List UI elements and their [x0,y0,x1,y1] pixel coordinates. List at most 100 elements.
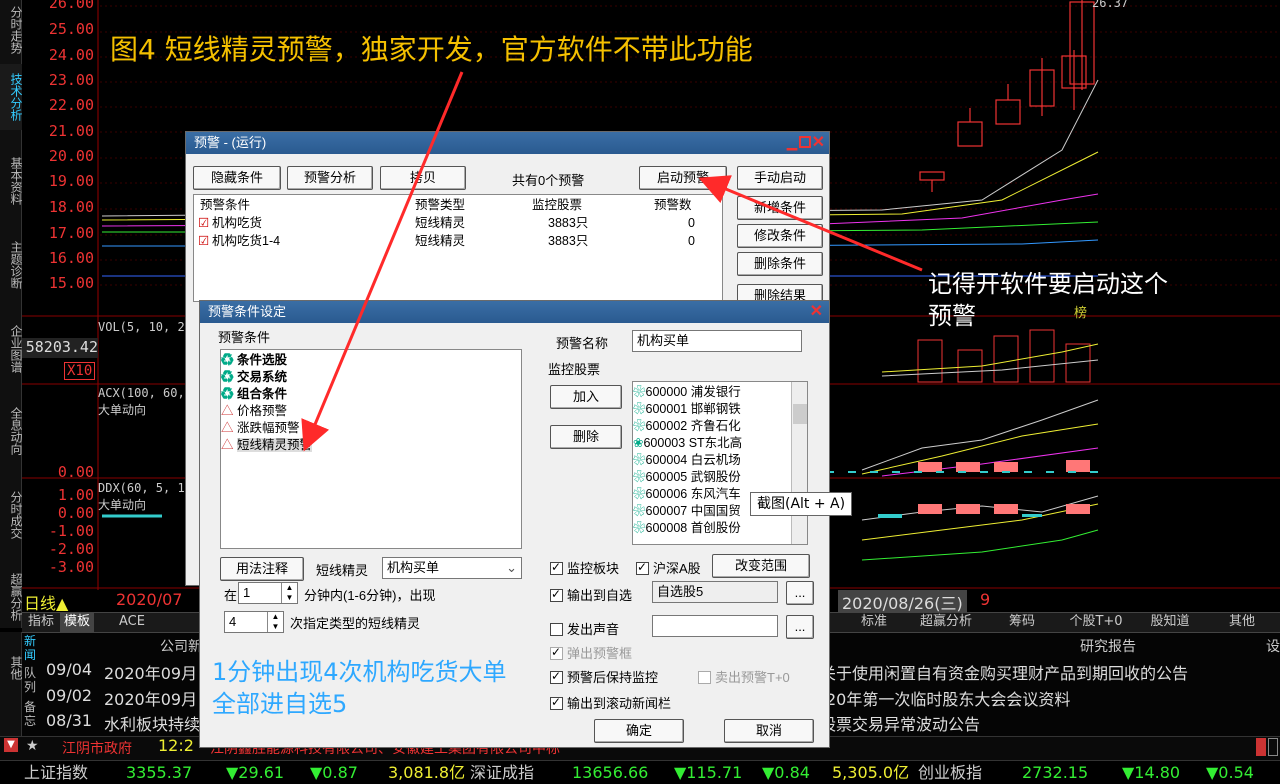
report-item[interactable]: 20年第一次临时股东大会会议资料 [826,686,1070,710]
annotation-reminder-line1: 记得开软件要启动这个 [928,270,1168,298]
star-icon[interactable]: ★ [26,738,39,754]
watchlist-browse-button[interactable]: ... [786,581,814,605]
alert-analysis-button[interactable]: 预警分析 [287,166,373,190]
usage-notes-button[interactable]: 用法注释 [220,557,304,581]
modify-condition-button[interactable]: 修改条件 [737,224,823,248]
tree-item[interactable]: △ 价格预警 [221,403,521,420]
spin-arrows-icon[interactable]: ▲ ▼ [281,583,297,603]
hide-conditions-button[interactable]: 隐藏条件 [193,166,281,190]
sound-browse-button[interactable]: ... [786,615,814,639]
collapse-icon[interactable]: ▼ [4,738,18,752]
start-alert-button[interactable]: 启动预警 [639,166,727,190]
tab-theme-diagnosis[interactable]: 主题诊断 [0,232,23,298]
tree-item[interactable]: △ 涨跌幅预警 [221,420,521,437]
tab-other[interactable]: 其他 [1212,612,1272,632]
ticker-settings-icon[interactable] [1268,738,1278,756]
ok-button[interactable]: 确定 [594,719,684,743]
row-type: 短线精灵 [415,234,466,248]
add-stock-button[interactable]: 加入 [550,385,622,409]
stock-list-item[interactable]: ❀600000 浦发银行 [633,384,807,401]
news-item[interactable]: 水利板块持续 [104,711,200,735]
watchlist-field[interactable]: 自选股5 [652,581,778,603]
close-icon[interactable]: ✕ [812,132,825,154]
hs-ashare-checkbox[interactable]: 沪深A股 [636,558,701,577]
close-icon[interactable]: ✕ [810,301,823,323]
tab-timeshare[interactable]: 分时走势 [0,0,23,60]
tab-stock-know[interactable]: 股知道 [1138,612,1202,632]
tab-super-win-analysis[interactable]: 超赢分析 [910,612,982,632]
tree-item[interactable]: △ 短线精灵预警 [221,437,521,454]
queue-side-tab[interactable]: 队列 [24,666,42,694]
condition-dialog-titlebar[interactable]: 预警条件设定 ✕ [200,301,829,323]
checked-icon[interactable]: ☑ [198,233,209,250]
ticker-toggle-icon[interactable] [1256,738,1266,756]
output-watchlist-checkbox[interactable]: 输出到自选 [550,585,632,604]
stock-list-item[interactable]: ❀600002 齐鲁石化 [633,418,807,435]
news-side-tab[interactable]: 新闻 [24,634,42,662]
tab-basic-info[interactable]: 基本资料 [0,148,23,214]
period-selector[interactable]: 日线▲ [24,590,68,614]
elf-type-select[interactable]: 机构买单 ⌄ [382,557,522,579]
ddx-sub-label: 大单动向 [98,498,147,512]
tree-item[interactable]: ♻ 组合条件 [221,386,521,403]
remove-stock-button[interactable]: 删除 [550,425,622,449]
tree-item[interactable]: ♻ 交易系统 [221,369,521,386]
index-name[interactable]: 深证成指 [470,761,534,784]
report-item[interactable]: 关于使用闲置自有资金购买理财产品到期回收的公告 [820,660,1188,684]
scrollbar-thumb[interactable] [793,404,807,424]
alert-name-input[interactable]: 机构买单 [632,330,802,352]
tab-stock-t0[interactable]: 个股T+0 [1060,612,1132,632]
memo-side-tab[interactable]: 备忘 [24,700,42,728]
sound-checkbox[interactable]: 发出声音 [550,619,619,638]
change-range-button[interactable]: 改变范围 [712,554,810,578]
stock-list-item[interactable]: ❀600005 武钢股份 [633,469,807,486]
minutes-stepper[interactable]: 1 ▲ ▼ [238,582,298,604]
tree-item[interactable]: ♻ 条件选股 [221,352,521,369]
news-item[interactable]: 2020年09月 [104,660,197,684]
scroll-news-checkbox[interactable]: 输出到滚动新闻栏 [550,693,671,712]
stock-list-item[interactable]: ❀600003 ST东北高 [633,435,807,452]
high-price-label: 26.37 [1092,0,1129,10]
tab-template[interactable]: 模板 [60,612,94,632]
settings-header[interactable]: 设 [1266,636,1280,656]
research-report-header[interactable]: 研究报告 [1080,636,1136,656]
copy-button[interactable]: 拷贝 [380,166,466,190]
index-name[interactable]: 创业板指 [918,761,982,784]
manual-start-button[interactable]: 手动启动 [737,166,823,190]
times-stepper[interactable]: 4 ▲ ▼ [224,611,284,633]
sound-field[interactable] [652,615,778,637]
tab-super-win[interactable]: 超赢分析 [0,566,23,628]
company-news-header[interactable]: 公司新 [160,636,202,656]
stock-code: 600003 [643,436,686,450]
left-tab-other[interactable]: 其他 [0,632,23,752]
alert-list-row[interactable]: ☑ 机构吃货1-4 短线精灵 3883只 0 [194,233,722,250]
monitor-board-checkbox[interactable]: 监控板块 [550,558,619,577]
tab-ace[interactable]: ACE [110,612,154,632]
stock-list-item[interactable]: ❀600004 白云机场 [633,452,807,469]
alert-dialog-titlebar[interactable]: 预警 - (运行) ▁ ✕ [186,132,829,154]
stock-list-scrollbar[interactable] [791,382,807,544]
checked-icon[interactable]: ☑ [198,215,209,232]
tab-company-graph[interactable]: 企业图谱 [0,316,23,382]
news-item[interactable]: 2020年09月 [104,686,197,710]
new-condition-button[interactable]: 新增条件 [737,196,823,220]
maximize-icon[interactable] [799,136,811,148]
spin-arrows-icon[interactable]: ▲ ▼ [267,612,283,632]
tab-technical-analysis[interactable]: 技术分析 [0,64,23,130]
minimize-icon[interactable]: ▁ [787,132,797,154]
tab-holo-trend[interactable]: 全息动向 [0,398,23,464]
report-item[interactable]: 股票交易异常波动公告 [820,711,980,735]
tab-indicator[interactable]: 指标 [24,612,58,632]
alert-list-row[interactable]: ☑ 机构吃货 短线精灵 3883只 0 [194,215,722,232]
stock-list-item[interactable]: ❀600008 首创股份 [633,520,807,537]
tab-standard[interactable]: 标准 [846,612,902,632]
index-name[interactable]: 上证指数 [24,761,88,784]
stock-list-item[interactable]: ❀600001 邯郸钢铁 [633,401,807,418]
delete-condition-button[interactable]: 删除条件 [737,252,823,276]
popup-checkbox[interactable]: 弹出预警框 [550,643,632,662]
sell-alert-checkbox[interactable]: 卖出预警T+0 [698,667,790,686]
tab-tick-trades[interactable]: 分时成交 [0,482,23,548]
tab-chips[interactable]: 筹码 [992,612,1052,632]
cancel-button[interactable]: 取消 [724,719,814,743]
keep-monitor-checkbox[interactable]: 预警后保持监控 [550,667,658,686]
